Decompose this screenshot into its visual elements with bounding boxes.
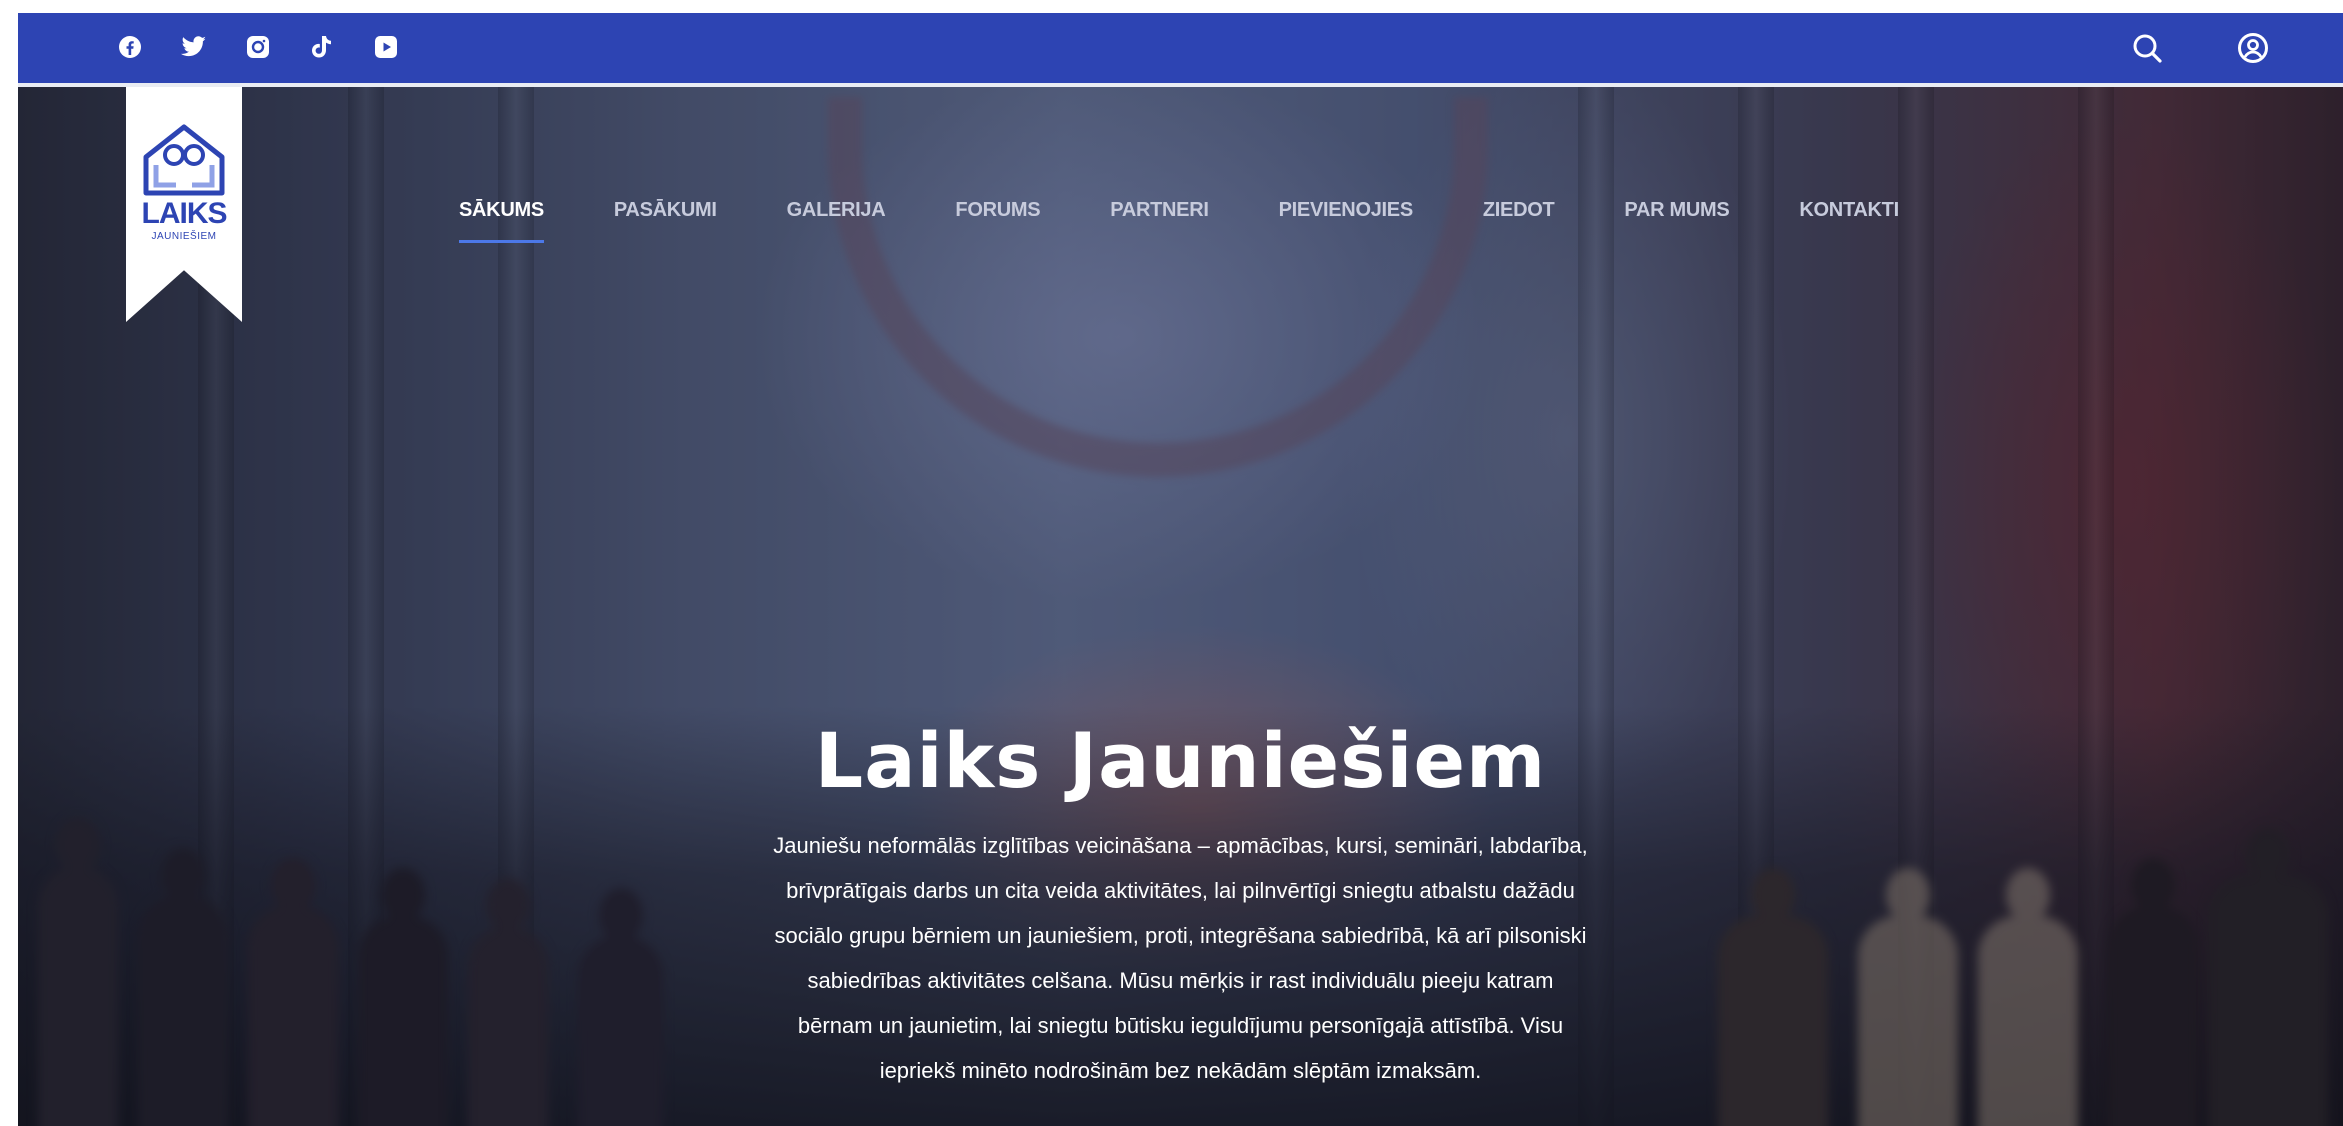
nav-item-galerija[interactable]: GALERIJA bbox=[787, 199, 886, 240]
user-account-icon[interactable] bbox=[2235, 30, 2271, 66]
hero-description: Jauniešu neformālās izglītības veicināša… bbox=[708, 823, 1653, 1093]
logo-subtitle: JAUNIEŠIEM bbox=[151, 231, 217, 242]
nav-item-pievienojies[interactable]: PIEVIENOJIES bbox=[1279, 199, 1414, 240]
nav-item-ziedot[interactable]: ZIEDOT bbox=[1483, 199, 1555, 240]
hero-description-line: sabiedrības aktivitātes celšana. Mūsu mē… bbox=[807, 968, 1554, 993]
nav-item-forums[interactable]: FORUMS bbox=[955, 199, 1040, 240]
facebook-icon[interactable] bbox=[116, 33, 144, 61]
twitter-icon[interactable] bbox=[180, 33, 208, 61]
logo-wordmark: LAIKS bbox=[141, 197, 228, 230]
hero-description-line: bērnam un jaunietim, lai sniegtu būtisku… bbox=[797, 1013, 1564, 1038]
hero-description-line: iepriekš minēto nodrošinām bez nekādām s… bbox=[879, 1058, 1482, 1083]
page-frame: LAIKS JAUNIEŠIEM SĀKUMS PASĀKUMI GALERIJ… bbox=[18, 13, 2343, 1126]
nav-item-kontakti[interactable]: KONTAKTI bbox=[1799, 199, 1899, 240]
header-tools bbox=[2129, 30, 2271, 66]
nav-item-par-mums[interactable]: PAR MUMS bbox=[1624, 199, 1729, 240]
instagram-icon[interactable] bbox=[244, 33, 272, 61]
search-icon[interactable] bbox=[2129, 30, 2165, 66]
youtube-icon[interactable] bbox=[372, 33, 400, 61]
hero-title: Laiks Jauniešiem bbox=[814, 715, 1547, 805]
site-logo[interactable]: LAIKS JAUNIEŠIEM bbox=[126, 87, 242, 322]
main-nav: SĀKUMS PASĀKUMI GALERIJA FORUMS PARTNERI… bbox=[459, 199, 1969, 243]
tiktok-icon[interactable] bbox=[308, 33, 336, 61]
nav-item-partneri[interactable]: PARTNERI bbox=[1110, 199, 1209, 240]
nav-item-sakums[interactable]: SĀKUMS bbox=[459, 199, 544, 243]
nav-item-pasakumi[interactable]: PASĀKUMI bbox=[614, 199, 717, 240]
social-links bbox=[116, 33, 400, 61]
hero-description-line: brīvprātīgais darbs un cita veida aktivi… bbox=[786, 878, 1575, 903]
hero-description-line: sociālo grupu bērniem un jauniešiem, pro… bbox=[774, 923, 1587, 948]
hero-description-line: Jauniešu neformālās izglītības veicināša… bbox=[773, 833, 1588, 858]
logo-house-icon bbox=[143, 124, 225, 196]
top-bar bbox=[18, 13, 2343, 87]
